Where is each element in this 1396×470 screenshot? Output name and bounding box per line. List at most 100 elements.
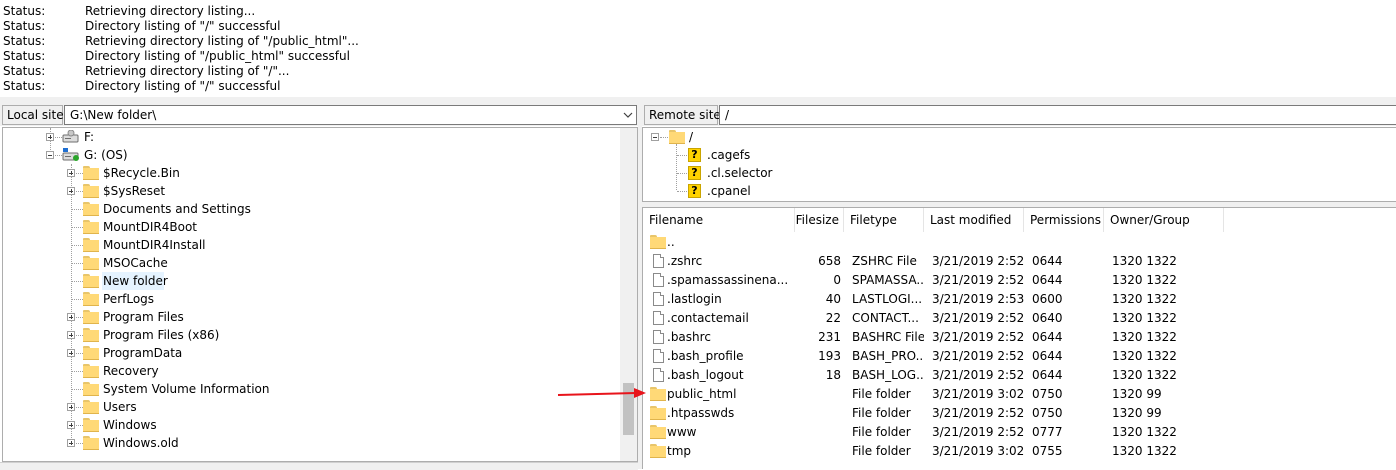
- expand-plus-icon[interactable]: [67, 421, 75, 429]
- expand-plus-icon[interactable]: [67, 349, 75, 357]
- file-type: SPAMASSA...: [852, 273, 924, 287]
- file-size: 231: [818, 330, 841, 344]
- expander-bar: [71, 423, 72, 427]
- file-size: 22: [825, 311, 841, 325]
- file-owner-group: 1320 1322: [1112, 330, 1177, 344]
- remote-tree-node[interactable]: ? .cl.selector: [643, 164, 1383, 182]
- file-modified: 3/21/2019 2:52:...: [932, 311, 1024, 325]
- column-header-filesize[interactable]: Filesize: [795, 208, 844, 232]
- file-list-row[interactable]: tmp File folder 3/21/2019 3:02:... 0755 1320…: [643, 442, 1393, 461]
- column-header-permissions[interactable]: Permissions: [1024, 208, 1104, 232]
- file-name: www: [667, 425, 697, 439]
- local-tree-node[interactable]: MountDIR4Boot: [3, 218, 619, 236]
- collapse-minus-icon[interactable]: [46, 151, 54, 159]
- unknown-folder-icon: ?: [688, 184, 701, 198]
- file-modified: 3/21/2019 2:52:...: [932, 330, 1024, 344]
- local-tree-node[interactable]: Users: [3, 398, 619, 416]
- expander-bar: [71, 189, 72, 193]
- remote-directory-tree[interactable]: /? .cagefs? .cl.selector? .cpanel: [642, 127, 1396, 202]
- expand-plus-icon[interactable]: [67, 331, 75, 339]
- expand-plus-icon[interactable]: [67, 313, 75, 321]
- file-permissions: 0640: [1032, 311, 1063, 325]
- expander-bar: [50, 135, 51, 139]
- file-list-row[interactable]: .lastlogin 40 LASTLOGI... 3/21/2019 2:53:..…: [643, 290, 1393, 309]
- local-tree-label: Users: [103, 400, 137, 414]
- file-list-row[interactable]: .htpasswds File folder 3/21/2019 2:52:... 0…: [643, 404, 1393, 423]
- local-tree-node[interactable]: F:: [3, 128, 619, 146]
- file-name: tmp: [667, 444, 692, 458]
- file-list-row[interactable]: .bashrc 231 BASHRC File 3/21/2019 2:52:... 0…: [643, 328, 1393, 347]
- local-tree-node[interactable]: New folder: [71, 272, 168, 290]
- file-name: .zshrc: [667, 254, 703, 268]
- remote-site-path-input[interactable]: /: [719, 105, 1396, 125]
- collapse-minus-icon[interactable]: [651, 133, 659, 141]
- local-tree-node[interactable]: Documents and Settings: [3, 200, 619, 218]
- horizontal-splitter[interactable]: [0, 97, 1396, 104]
- file-size: 193: [818, 349, 841, 363]
- system-drive-icon: [62, 148, 80, 162]
- local-directory-tree[interactable]: F: G: (OS) $Recycle.Bin $SysReset Documents …: [2, 127, 638, 462]
- expander-bar: [48, 155, 52, 156]
- file-list-row[interactable]: public_html File folder 3/21/2019 3:02:...…: [643, 385, 1393, 404]
- file-icon: [653, 330, 664, 344]
- file-list-row[interactable]: ..: [643, 233, 1393, 252]
- folder-icon: [83, 310, 99, 324]
- local-tree-node[interactable]: $Recycle.Bin: [3, 164, 619, 182]
- local-tree-label: Documents and Settings: [103, 202, 251, 216]
- file-list-row[interactable]: .bash_profile 193 BASH_PRO... 3/21/2019 2:5…: [643, 347, 1393, 366]
- file-modified: 3/21/2019 2:52:...: [932, 406, 1024, 420]
- local-tree-node[interactable]: Program Files: [3, 308, 619, 326]
- remote-tree-node[interactable]: /: [643, 128, 1383, 146]
- unknown-folder-icon: ?: [688, 148, 701, 162]
- local-tree-label: New folder: [103, 274, 168, 288]
- column-header-last-modified[interactable]: Last modified: [924, 208, 1024, 232]
- local-tree-node[interactable]: Recovery: [3, 362, 619, 380]
- file-list-row[interactable]: www File folder 3/21/2019 2:52:... 0777 1320…: [643, 423, 1393, 442]
- file-list-row[interactable]: .spamassassinena... 0 SPAMASSA... 3/21/2019…: [643, 271, 1393, 290]
- file-permissions: 0644: [1032, 254, 1063, 268]
- remote-tree-node[interactable]: ? .cagefs: [643, 146, 1383, 164]
- local-site-path-input[interactable]: G:\New folder\: [64, 105, 637, 125]
- file-list-row[interactable]: .contactemail 22 CONTACT... 3/21/2019 2:52:…: [643, 309, 1393, 328]
- expand-plus-icon[interactable]: [67, 187, 75, 195]
- status-log-row: Status: Directory listing of "/" successf…: [3, 19, 603, 34]
- local-tree-node[interactable]: System Volume Information: [3, 380, 619, 398]
- expand-plus-icon[interactable]: [67, 403, 75, 411]
- local-tree-node[interactable]: G: (OS): [3, 146, 619, 164]
- file-list-row[interactable]: .bash_logout 18 BASH_LOG... 3/21/2019 2:52:…: [643, 366, 1393, 385]
- expand-plus-icon[interactable]: [67, 169, 75, 177]
- tree-guide-line: [71, 371, 83, 372]
- file-permissions: 0750: [1032, 387, 1063, 401]
- local-tree-label: $Recycle.Bin: [103, 166, 180, 180]
- expand-plus-icon[interactable]: [67, 439, 75, 447]
- remote-site-label: Remote site:: [644, 105, 725, 125]
- local-tree-node[interactable]: Windows.old: [3, 434, 619, 452]
- local-tree-node[interactable]: PerfLogs: [3, 290, 619, 308]
- local-tree-node[interactable]: MountDIR4Install: [3, 236, 619, 254]
- column-header-filetype[interactable]: Filetype: [844, 208, 924, 232]
- tree-guide-line: [71, 299, 83, 300]
- file-name: .spamassassinena...: [667, 273, 789, 287]
- folder-icon: [669, 130, 685, 144]
- local-tree-node[interactable]: MSOCache: [3, 254, 619, 272]
- file-list-row[interactable]: .zshrc 658 ZSHRC File 3/21/2019 2:52:... 064…: [643, 252, 1393, 271]
- folder-icon: [83, 436, 99, 450]
- file-modified: 3/21/2019 3:02:...: [932, 387, 1024, 401]
- local-tree-node[interactable]: Program Files (x86): [3, 326, 619, 344]
- file-modified: 3/21/2019 2:52:...: [932, 425, 1024, 439]
- file-modified: 3/21/2019 2:53:...: [932, 292, 1024, 306]
- column-header-owner-group[interactable]: Owner/Group: [1104, 208, 1224, 232]
- local-tree-scrollbar[interactable]: [620, 128, 637, 461]
- remote-tree-node[interactable]: ? .cpanel: [643, 182, 1383, 200]
- expand-plus-icon[interactable]: [46, 133, 54, 141]
- chevron-down-icon[interactable]: [623, 110, 633, 120]
- remote-file-list[interactable]: Filename Filesize Filetype Last modified…: [642, 207, 1396, 469]
- tree-guide-line: [71, 245, 83, 246]
- local-tree-node[interactable]: Windows: [3, 416, 619, 434]
- local-tree-node[interactable]: ProgramData: [3, 344, 619, 362]
- file-list-header: Filename Filesize Filetype Last modified…: [643, 208, 1396, 232]
- file-size: 40: [825, 292, 841, 306]
- folder-icon: [83, 238, 99, 252]
- local-tree-node[interactable]: $SysReset: [3, 182, 619, 200]
- column-header-filename[interactable]: Filename: [643, 208, 795, 232]
